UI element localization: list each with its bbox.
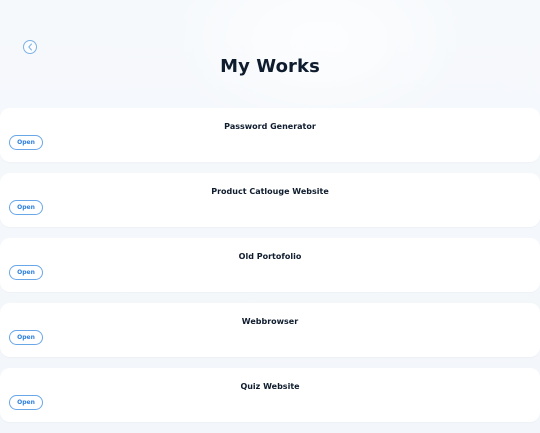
back-button[interactable] <box>23 40 37 54</box>
open-button[interactable]: Open <box>9 135 43 150</box>
open-button[interactable]: Open <box>9 395 43 410</box>
chevron-left-icon <box>28 43 32 51</box>
work-card: Webbrowser Open <box>0 303 540 357</box>
work-title: Quiz Website <box>240 382 300 391</box>
work-title: Webbrowser <box>241 317 299 326</box>
work-card: Password Generator Open <box>0 108 540 162</box>
work-title: Password Generator <box>224 122 316 131</box>
open-button[interactable]: Open <box>9 265 43 280</box>
work-card: Quiz Website Open <box>0 368 540 422</box>
work-card: Old Portofolio Open <box>0 238 540 292</box>
work-title: Old Portofolio <box>238 252 302 261</box>
work-title: Product Catlouge Website <box>211 187 329 196</box>
works-list: Password Generator Open Product Catlouge… <box>0 108 540 433</box>
open-button[interactable]: Open <box>9 200 43 215</box>
open-button[interactable]: Open <box>9 330 43 345</box>
page-title: My Works <box>220 56 320 77</box>
work-card: Product Catlouge Website Open <box>0 173 540 227</box>
